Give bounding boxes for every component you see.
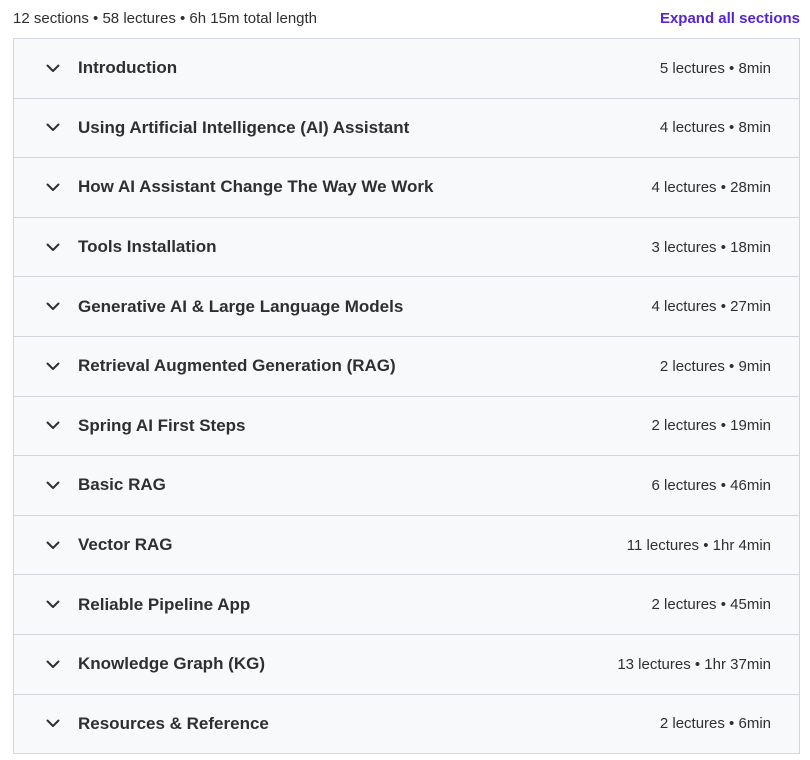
section-list: Introduction 5 lectures • 8min Using Art… [13, 38, 800, 755]
section-meta: 2 lectures • 45min [651, 596, 771, 614]
section-title: Retrieval Augmented Generation (RAG) [78, 356, 396, 376]
section-meta: 4 lectures • 8min [659, 119, 771, 137]
section-meta: 2 lectures • 6min [659, 715, 771, 733]
chevron-down-icon [46, 538, 60, 552]
section-meta: 11 lectures • 1hr 4min [626, 536, 771, 554]
section-row[interactable]: Knowledge Graph (KG) 13 lectures • 1hr 3… [14, 635, 799, 695]
section-row[interactable]: Reliable Pipeline App 2 lectures • 45min [14, 575, 799, 635]
section-row[interactable]: Generative AI & Large Language Models 4 … [14, 277, 799, 337]
section-meta: 2 lectures • 19min [651, 417, 771, 435]
section-title: Basic RAG [78, 475, 166, 495]
section-title: Introduction [78, 58, 178, 78]
section-meta: 13 lectures • 1hr 37min [617, 655, 771, 673]
section-row[interactable]: Spring AI First Steps 2 lectures • 19min [14, 397, 799, 457]
chevron-down-icon [46, 121, 60, 135]
section-title: Reliable Pipeline App [78, 594, 251, 614]
section-meta: 4 lectures • 27min [651, 298, 771, 316]
section-meta: 2 lectures • 9min [659, 357, 771, 375]
section-row[interactable]: Retrieval Augmented Generation (RAG) 2 l… [14, 337, 799, 397]
curriculum-summary: 12 sections • 58 lectures • 6h 15m total… [13, 9, 318, 27]
section-row[interactable]: Basic RAG 6 lectures • 46min [14, 456, 799, 516]
section-meta: 4 lectures • 28min [651, 178, 771, 196]
section-title: Spring AI First Steps [78, 415, 246, 435]
chevron-down-icon [46, 61, 60, 75]
curriculum-header: 12 sections • 58 lectures • 6h 15m total… [13, 0, 800, 36]
section-meta: 3 lectures • 18min [651, 238, 771, 256]
section-title: Vector RAG [78, 535, 173, 555]
section-row[interactable]: Introduction 5 lectures • 8min [14, 39, 799, 99]
section-row[interactable]: Vector RAG 11 lectures • 1hr 4min [14, 516, 799, 576]
chevron-down-icon [46, 240, 60, 254]
section-meta: 5 lectures • 8min [659, 59, 771, 77]
chevron-down-icon [46, 717, 60, 731]
chevron-down-icon [46, 300, 60, 314]
chevron-down-icon [46, 657, 60, 671]
section-row[interactable]: Tools Installation 3 lectures • 18min [14, 218, 799, 278]
section-row[interactable]: Resources & Reference 2 lectures • 6min [14, 695, 799, 755]
section-title: Knowledge Graph (KG) [78, 654, 265, 674]
section-meta: 6 lectures • 46min [651, 476, 771, 494]
chevron-down-icon [46, 478, 60, 492]
section-row[interactable]: How AI Assistant Change The Way We Work … [14, 158, 799, 218]
section-title: Generative AI & Large Language Models [78, 296, 404, 316]
chevron-down-icon [46, 598, 60, 612]
chevron-down-icon [46, 359, 60, 373]
chevron-down-icon [46, 180, 60, 194]
course-content: 12 sections • 58 lectures • 6h 15m total… [0, 0, 810, 760]
section-title: Tools Installation [78, 237, 217, 257]
section-title: Resources & Reference [78, 713, 269, 733]
section-title: Using Artificial Intelligence (AI) Assis… [78, 117, 410, 137]
expand-all-sections-button[interactable]: Expand all sections [660, 10, 800, 27]
chevron-down-icon [46, 419, 60, 433]
section-row[interactable]: Using Artificial Intelligence (AI) Assis… [14, 99, 799, 159]
section-title: How AI Assistant Change The Way We Work [78, 177, 434, 197]
